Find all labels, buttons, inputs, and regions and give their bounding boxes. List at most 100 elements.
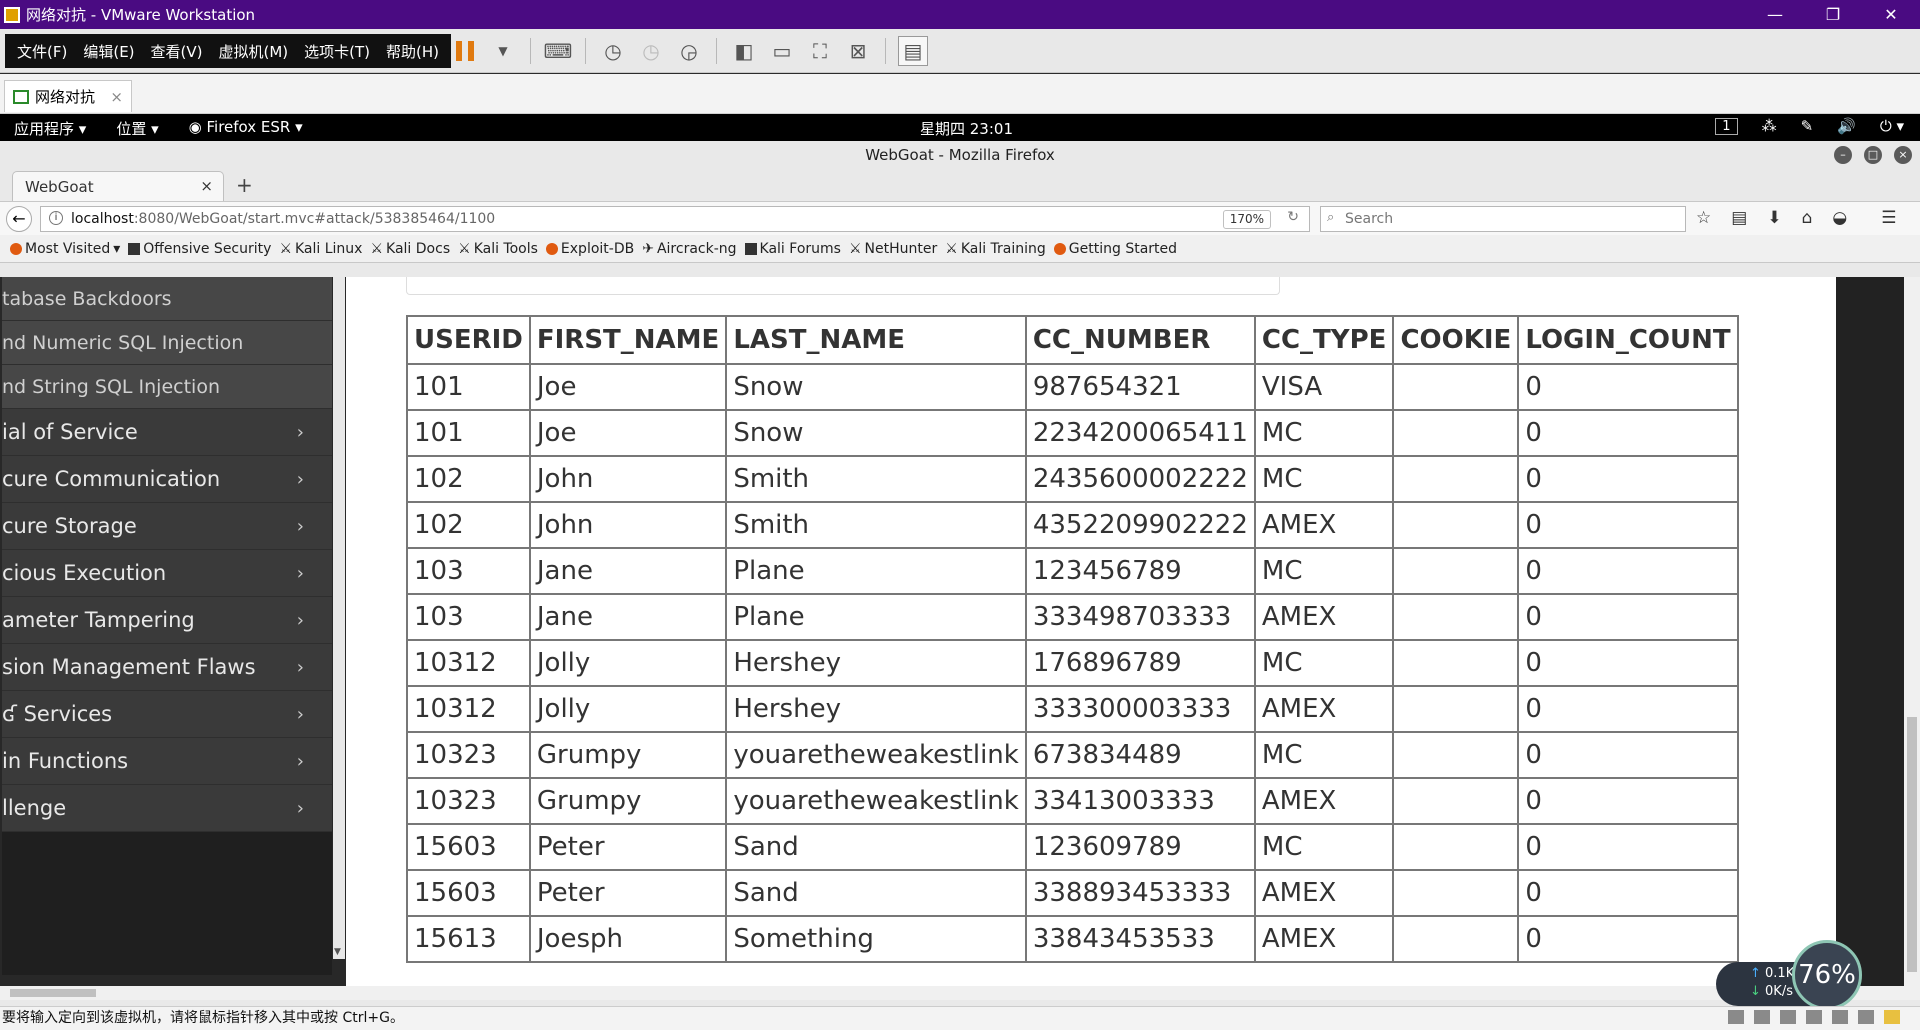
library-view-icon[interactable]: ▤ [898,36,928,66]
table-cell [1392,593,1520,641]
tab-close-icon[interactable]: × [200,177,213,195]
scroll-thumb[interactable] [10,989,96,997]
category-denial-of-service[interactable]: ial of Service › [2,409,332,456]
menu-edit[interactable]: 编辑(E) [75,41,142,62]
scroll-thumb[interactable] [1907,717,1917,972]
hamburger-menu-icon[interactable]: ☰ [1881,208,1896,228]
bookmark-offensive-security[interactable]: Offensive Security [128,241,271,257]
category-malicious-execution[interactable]: cious Execution › [2,550,332,597]
back-button[interactable]: ← [6,206,32,232]
menu-help[interactable]: 帮助(H) [378,41,447,62]
browser-tab[interactable]: WebGoat × [12,171,224,201]
lesson-database-backdoors[interactable]: tabase Backdoors [2,277,332,321]
downloads-icon[interactable]: ⬇ [1767,208,1781,228]
url-bar[interactable]: i localhost:8080/WebGoat/start.mvc#attac… [40,206,1310,232]
vmware-toolbar: 文件(F) 编辑(E) 查看(V) 虚拟机(M) 选项卡(T) 帮助(H) ▼ … [0,29,1920,73]
send-keys-icon[interactable]: ⌨ [543,36,573,66]
category-label: sion Management Flaws [2,655,256,679]
page-vertical-scrollbar[interactable] [1904,277,1920,1000]
close-icon[interactable]: ✕ [1862,0,1920,29]
home-icon[interactable]: ⌂ [1802,208,1813,228]
table-cell: 0 [1517,547,1739,595]
table-header-row: USERID FIRST_NAME LAST_NAME CC_NUMBER CC… [406,315,1739,365]
menu-file[interactable]: 文件(F) [9,41,75,62]
volume-icon[interactable]: 🔊 [1837,117,1856,135]
zoom-indicator[interactable]: 170% [1222,210,1271,229]
vmware-menu-bar: 文件(F) 编辑(E) 查看(V) 虚拟机(M) 选项卡(T) 帮助(H) [5,34,452,68]
network-adapter-icon[interactable] [1780,1010,1796,1024]
display-icon[interactable] [1858,1010,1874,1024]
places-menu[interactable]: 位置 ▾ [116,118,158,139]
network-icon[interactable]: ⁂ [1762,117,1777,135]
new-tab-icon[interactable]: + [236,173,253,197]
bookmark-kali-forums[interactable]: Kali Forums [744,240,841,257]
ff-minimize-icon[interactable]: – [1834,146,1852,164]
network-speed-widget[interactable]: ↑ 0.1K/s ↓ 0K/s 76% [1716,940,1916,1010]
category-web-services[interactable]: ʛ Services › [2,691,332,738]
page-horizontal-scrollbar[interactable] [0,986,1904,1000]
bookmark-kali-docs[interactable]: ⚔ Kali Docs [370,241,450,257]
bookmark-kali-tools[interactable]: ⚔ Kali Tools [458,241,538,257]
table-cell: Peter [528,823,728,871]
menu-tabs[interactable]: 选项卡(T) [296,41,378,62]
console-view-icon[interactable]: ▭ [767,36,797,66]
menu-vm[interactable]: 虚拟机(M) [211,41,297,62]
pocket-icon[interactable]: ◒ [1832,208,1847,228]
bookmark-star-icon[interactable]: ☆ [1696,208,1711,228]
site-info-icon[interactable]: i [49,211,63,225]
toolbar-separator [530,38,531,64]
lesson-string-sql-injection[interactable]: nd String SQL Injection [2,365,332,409]
minimize-icon[interactable]: — [1746,0,1804,29]
bookmark-kali-training[interactable]: ⚔ Kali Training [945,241,1046,257]
offsec-icon [128,242,141,255]
bookmark-kali-linux[interactable]: ⚔ Kali Linux [279,241,362,257]
unity-icon[interactable]: ⊠ [843,36,873,66]
category-admin-functions[interactable]: in Functions › [2,738,332,785]
pen-icon[interactable]: ✎ [1801,117,1814,135]
snapshot-manager-icon[interactable]: ◶ [674,36,704,66]
category-insecure-communication[interactable]: cure Communication › [2,456,332,503]
bookmark-label: Offensive Security [143,240,272,257]
scroll-down-icon[interactable]: ▼ [334,947,341,957]
cd-icon[interactable] [1754,1010,1770,1024]
usb-icon[interactable] [1806,1010,1822,1024]
bookmark-exploit-db[interactable]: Exploit-DB [545,241,634,257]
bookmark-nethunter[interactable]: ⚔ NetHunter [849,241,937,257]
reading-list-icon[interactable]: ▤ [1731,208,1747,228]
snapshot-icon[interactable]: ◷ [598,36,628,66]
firefox-app-menu[interactable]: ◉ Firefox ESR ▾ [189,118,303,139]
sidebar-scrollbar[interactable]: ▼ [333,277,345,959]
category-challenge[interactable]: llenge › [2,785,332,832]
pause-button[interactable] [450,36,480,66]
ff-close-icon[interactable]: × [1894,146,1912,164]
bookmark-most-visited[interactable]: Most Visited ▾ [10,241,120,257]
message-icon[interactable] [1884,1010,1900,1024]
lesson-numeric-sql-injection[interactable]: nd Numeric SQL Injection [2,321,332,365]
reload-icon[interactable]: ↻ [1287,209,1299,225]
search-input[interactable]: ⌕ Search [1320,206,1686,232]
table-cell: Sand [725,823,1027,871]
bookmark-getting-started[interactable]: Getting Started [1053,241,1177,257]
restore-icon[interactable]: ❐ [1804,0,1862,29]
vm-tab[interactable]: 网络对抗 × [4,80,132,112]
sound-icon[interactable] [1832,1010,1848,1024]
sidebar-toggle-icon[interactable]: ◧ [729,36,759,66]
power-icon[interactable]: ⏻ ▾ [1880,117,1904,135]
revert-snapshot-icon[interactable]: ◷ [636,36,666,66]
table-cell: AMEX [1253,593,1395,641]
menu-view[interactable]: 查看(V) [143,41,211,62]
vm-tab-close-icon[interactable]: × [110,88,123,106]
category-parameter-tampering[interactable]: ameter Tampering › [2,597,332,644]
panel-clock[interactable]: 星期四 23:01 [920,118,1013,139]
category-insecure-storage[interactable]: cure Storage › [2,503,332,550]
fullscreen-icon[interactable]: ⛶ [805,36,835,66]
ff-maximize-icon[interactable]: □ [1864,146,1882,164]
applications-menu[interactable]: 应用程序 ▾ [14,118,86,139]
bookmark-label: Kali Forums [759,240,841,257]
workspace-indicator[interactable]: 1 [1715,117,1738,135]
table-cell: Jane [528,593,728,641]
category-session-management-flaws[interactable]: sion Management Flaws › [2,644,332,691]
bookmark-aircrack[interactable]: ✈ Aircrack-ng [642,241,736,257]
pause-dropdown-icon[interactable]: ▼ [488,36,518,66]
hdd-icon[interactable] [1728,1010,1744,1024]
